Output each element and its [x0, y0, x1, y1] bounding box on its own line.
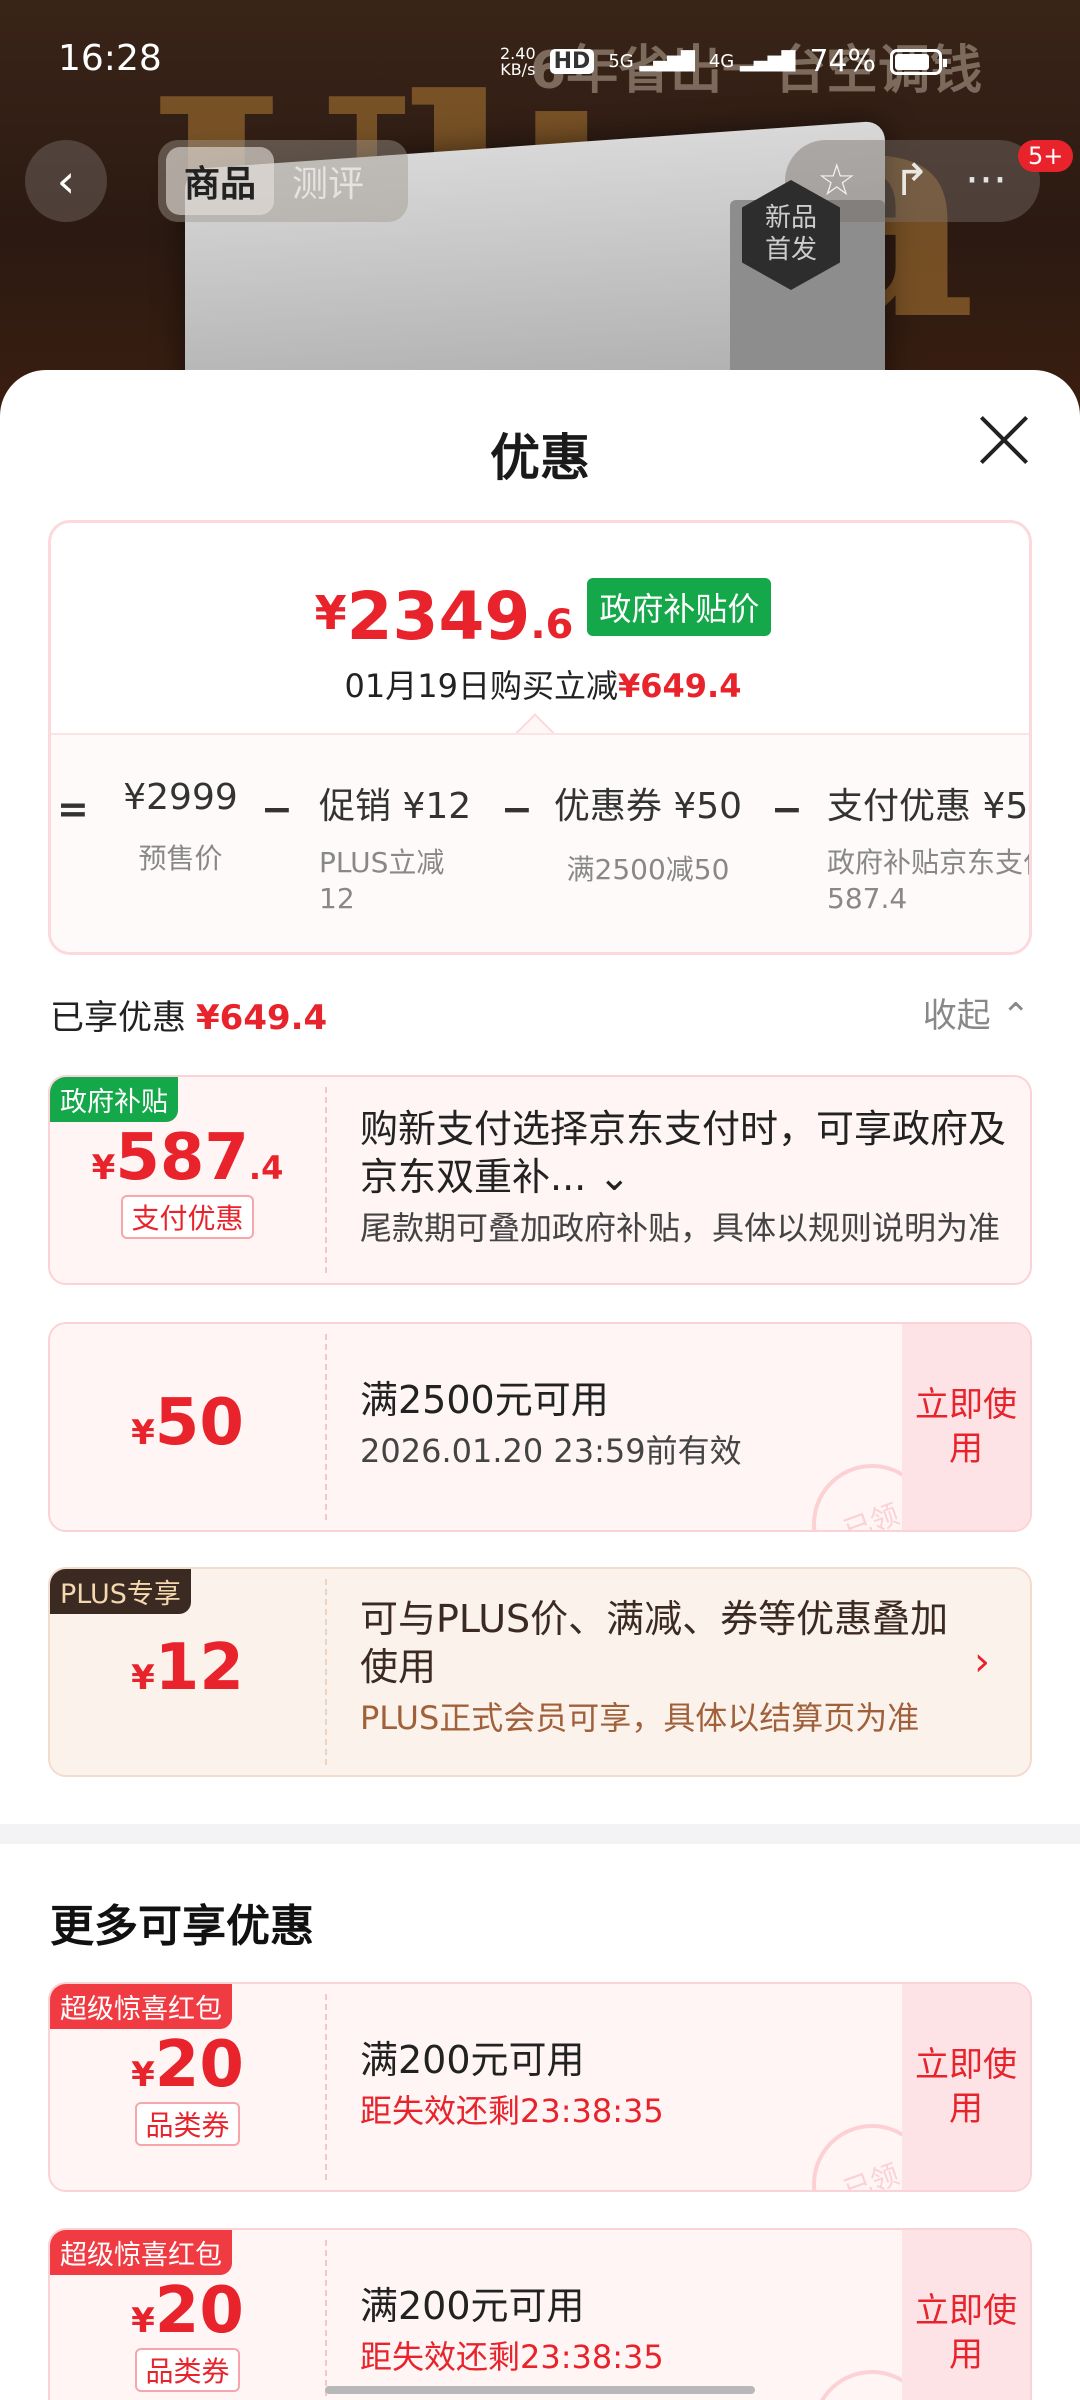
coupon-note: 尾款期可叠加政府补贴，具体以规则说明为准 [360, 1209, 1001, 1247]
gov-subsidy-tag: 政府补贴价 [587, 578, 772, 636]
signal-5g-icon: 5G ▂▄▆█ [608, 51, 695, 72]
breakdown-item-coupon: 优惠券 ¥50 满2500减50 [553, 786, 743, 886]
hd-icon: HD [549, 49, 595, 74]
coupon-condition: 满200元可用 [360, 2038, 585, 2082]
red-packet-coupon[interactable]: 超级惊喜红包 ¥20 品类券 满200元可用 距失效还剩23:38:35 已领 … [48, 1982, 1032, 2192]
breakdown-item-presale: ¥2999 预售价 [123, 777, 238, 875]
tab-product[interactable]: 商品 [166, 147, 275, 215]
status-bar: 16:28 2.40 KB/s HD 5G ▂▄▆█ 4G ▂▄▆█ 74% [0, 0, 1080, 120]
coupon-condition: 满200元可用 [360, 2284, 585, 2328]
chevron-up-icon: ⌃ [1001, 996, 1031, 1036]
back-button[interactable]: ‹ [25, 140, 107, 222]
signal-4g-icon: 4G ▂▄▆█ [708, 51, 796, 72]
coupon-plus[interactable]: PLUS专享 ¥12 可与PLUS价、满减、券等优惠叠加使用 PLUS正式会员可… [48, 1567, 1032, 1777]
message-badge: 5+ [1018, 140, 1074, 172]
coupon-description: 购新支付选择京东支付时，可享政府及京东双重补... ⌄ [360, 1107, 1007, 1199]
minus-sign: − [771, 787, 803, 831]
use-now-button[interactable]: 立即使用 [902, 1324, 1030, 1530]
home-indicator[interactable] [325, 2386, 755, 2394]
tabs: 商品 测评 [158, 140, 408, 222]
use-now-button[interactable]: 立即使用 [902, 2230, 1030, 2400]
enjoyed-discount-row: 已享优惠 ¥649.4 [50, 998, 328, 1038]
coupon-amount-area: ¥50 [131, 1386, 244, 1460]
chevron-left-icon: ‹ [56, 154, 76, 208]
price-summary-card: ¥ 2349 .6 政府补贴价 01月19日购买立减¥649.4 = ¥2999… [48, 520, 1032, 955]
discount-sheet: 优惠 ¥ 2349 .6 政府补贴价 01月19日购买立减¥649.4 = ¥2… [0, 370, 1080, 2400]
sheet-title: 优惠 [490, 429, 590, 487]
more-offers-title: 更多可享优惠 [50, 1901, 314, 1952]
minus-sign: − [501, 787, 533, 831]
share-icon[interactable]: ↱ [893, 156, 930, 206]
coupon-amount-area: ¥12 [131, 1631, 244, 1705]
net-speed: 2.40 KB/s [500, 43, 536, 79]
battery-icon [890, 48, 947, 75]
close-icon[interactable] [978, 414, 1030, 466]
breakdown-item-payment: 支付优惠 ¥587.4 政府补贴京东支付 587.4 [827, 786, 1032, 915]
final-price: ¥ 2349 .6 政府补贴价 [51, 578, 1029, 650]
coupon-amount-area: ¥20 品类券 [50, 1984, 325, 2190]
coupon-type-label: 品类券 [135, 2102, 240, 2146]
price-breakdown[interactable]: = ¥2999 预售价 − 促销 ¥12 PLUS立减 12 − 优惠券 ¥50… [51, 733, 1032, 952]
status-time: 16:28 [58, 38, 162, 79]
more-dots-icon[interactable]: ··· [965, 156, 1007, 206]
status-icons: 2.40 KB/s HD 5G ▂▄▆█ 4G ▂▄▆█ 74% [500, 43, 947, 79]
coupon-description: 可与PLUS价、满减、券等优惠叠加使用 [360, 1597, 949, 1689]
coupon-note: PLUS正式会员可享，具体以结算页为准 [360, 1699, 920, 1737]
coupon-50[interactable]: ¥50 满2500元可用 2026.01.20 23:59前有效 已领 立即使用 [48, 1322, 1032, 1532]
coupon-type-label: 品类券 [135, 2348, 240, 2392]
coupon-gov-subsidy[interactable]: 政府补贴 ¥587.4 支付优惠 购新支付选择京东支付时，可享政府及京东双重补.… [48, 1075, 1032, 1285]
collapse-button[interactable]: 收起 ⌃ [923, 988, 1030, 1037]
red-packet-coupon[interactable]: 超级惊喜红包 ¥20 品类券 满200元可用 距失效还剩23:38:35 已领 … [48, 2228, 1032, 2400]
section-divider [0, 1824, 1080, 1844]
breakdown-item-promo: 促销 ¥12 PLUS立减 12 [319, 786, 472, 915]
battery-percent: 74% [809, 44, 876, 79]
top-nav: ‹ 商品 测评 ☆ ↱ ··· 5+ [0, 140, 1080, 240]
coupon-condition: 满2500元可用 [360, 1378, 609, 1422]
equals-sign: = [57, 787, 89, 831]
coupon-amount-area: ¥587.4 支付优惠 [50, 1077, 325, 1283]
chevron-right-icon[interactable]: › [974, 1639, 990, 1685]
minus-sign: − [261, 787, 293, 831]
use-now-button[interactable]: 立即使用 [902, 1984, 1030, 2190]
coupon-amount-area: ¥20 品类券 [50, 2230, 325, 2400]
date-discount-line: 01月19日购买立减¥649.4 [344, 667, 742, 705]
tab-review[interactable]: 测评 [274, 147, 382, 215]
coupon-type-label: 支付优惠 [121, 1195, 254, 1239]
